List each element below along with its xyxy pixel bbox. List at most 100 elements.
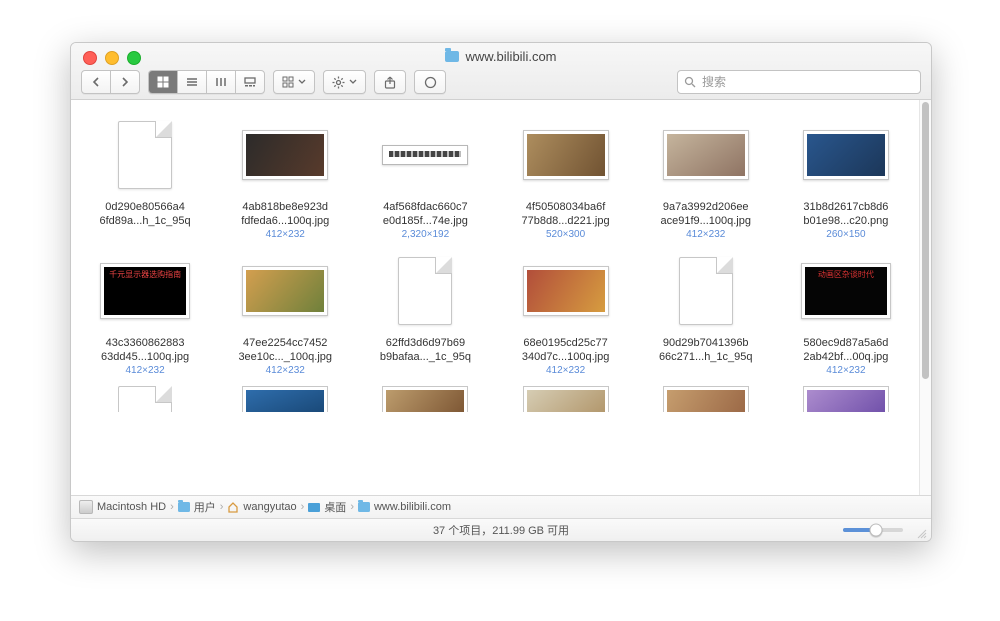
file-name: 31b8d2617cb8d6b01e98...c20.png — [803, 200, 888, 228]
file-dimensions: 412×232 — [266, 229, 305, 240]
path-label: wangyutao — [243, 501, 296, 513]
image-thumbnail — [523, 130, 609, 180]
file-item[interactable]: 动画区杂谈时代580ec9d87a5a6d2ab42bf...00q.jpg41… — [776, 244, 916, 380]
desktop-icon — [308, 503, 320, 512]
path-item[interactable]: 桌面 — [308, 499, 346, 515]
file-item[interactable]: 4ab818be8e923dfdfeda6...100q.jpg412×232 — [215, 108, 355, 244]
file-dimensions: 412×232 — [826, 365, 865, 376]
file-item[interactable] — [776, 380, 916, 416]
file-item[interactable]: 31b8d2617cb8d6b01e98...c20.png260×150 — [776, 108, 916, 244]
file-item[interactable]: 0d290e80566a46fd89a...h_1c_95q — [75, 108, 215, 244]
file-name: 4af568fdac660c7e0d185f...74e.jpg — [383, 200, 468, 228]
path-separator: › — [170, 501, 174, 513]
window-title: www.bilibili.com — [71, 49, 931, 64]
finder-window: www.bilibili.com — [70, 42, 932, 542]
file-name: 9a7a3992d206eeace91f9...100q.jpg — [660, 200, 751, 228]
file-dimensions: 412×232 — [686, 229, 725, 240]
icon-size-slider[interactable] — [843, 528, 903, 532]
file-item[interactable] — [215, 380, 355, 416]
image-thumbnail — [803, 386, 889, 412]
back-button[interactable] — [82, 71, 111, 93]
file-dimensions: 412×232 — [125, 365, 164, 376]
forward-button[interactable] — [111, 71, 139, 93]
file-name: 580ec9d87a5a6d2ab42bf...00q.jpg — [803, 336, 888, 364]
tag-icon — [424, 76, 437, 89]
file-name: 4ab818be8e923dfdfeda6...100q.jpg — [241, 200, 329, 228]
scrollbar-thumb[interactable] — [922, 102, 929, 379]
file-item[interactable] — [75, 380, 215, 416]
search-input[interactable] — [700, 74, 914, 90]
arrange-icon — [282, 76, 294, 88]
path-label: 用户 — [194, 499, 216, 515]
file-item[interactable]: 90d29b7041396b66c271...h_1c_95q — [636, 244, 776, 380]
tags-button[interactable] — [414, 70, 446, 94]
generic-file-icon — [118, 386, 172, 412]
share-button[interactable] — [374, 70, 406, 94]
disk-icon — [79, 500, 93, 514]
file-name: 68e0195cd25c77340d7c...100q.jpg — [522, 336, 609, 364]
path-item[interactable]: wangyutao — [227, 501, 296, 513]
file-name: 62ffd3d6d97b69b9bafaa..._1c_95q — [380, 336, 471, 364]
image-thumbnail — [523, 386, 609, 412]
image-thumbnail — [663, 386, 749, 412]
folder-icon — [178, 502, 190, 512]
file-item[interactable] — [496, 380, 636, 416]
path-label: Macintosh HD — [97, 501, 166, 513]
path-label: 桌面 — [324, 499, 346, 515]
image-thumbnail — [523, 266, 609, 316]
file-item[interactable] — [355, 380, 495, 416]
path-separator: › — [301, 501, 305, 513]
path-separator: › — [220, 501, 224, 513]
file-item[interactable]: 千元显示器选购指南 43c336086288363dd45...100q.jpg4… — [75, 244, 215, 380]
path-label: www.bilibili.com — [374, 501, 451, 513]
path-bar: Macintosh HD›用户›wangyutao›桌面›www.bilibil… — [71, 495, 931, 518]
file-item[interactable] — [636, 380, 776, 416]
file-dimensions: 260×150 — [826, 229, 865, 240]
vertical-scrollbar[interactable] — [919, 100, 931, 495]
chevron-down-icon — [349, 79, 357, 85]
folder-icon — [445, 51, 459, 62]
arrange-menu[interactable] — [273, 70, 315, 94]
content-area: 0d290e80566a46fd89a...h_1c_95q 4ab818be8e… — [71, 100, 931, 495]
list-view[interactable] — [178, 71, 207, 93]
column-view[interactable] — [207, 71, 236, 93]
file-item[interactable]: 68e0195cd25c77340d7c...100q.jpg412×232 — [496, 244, 636, 380]
image-thumbnail — [803, 130, 889, 180]
image-thumbnail — [663, 130, 749, 180]
path-item[interactable]: www.bilibili.com — [358, 501, 451, 513]
chevron-down-icon — [298, 79, 306, 85]
file-name: 0d290e80566a46fd89a...h_1c_95q — [100, 200, 191, 228]
image-thumbnail: 千元显示器选购指南 — [100, 263, 190, 319]
image-thumbnail — [242, 266, 328, 316]
toolbar — [81, 70, 921, 94]
share-icon — [384, 76, 396, 89]
home-icon — [227, 501, 239, 513]
resize-handle[interactable] — [915, 527, 927, 539]
file-item[interactable]: 9a7a3992d206eeace91f9...100q.jpg412×232 — [636, 108, 776, 244]
file-name: 47ee2254cc74523ee10c..._100q.jpg — [238, 336, 332, 364]
file-item[interactable]: 4af568fdac660c7e0d185f...74e.jpg2,320×19… — [355, 108, 495, 244]
path-item[interactable]: Macintosh HD — [79, 500, 166, 514]
file-name: 43c336086288363dd45...100q.jpg — [101, 336, 189, 364]
nav-buttons — [81, 70, 140, 94]
image-thumbnail — [242, 386, 328, 412]
file-item[interactable]: 47ee2254cc74523ee10c..._100q.jpg412×232 — [215, 244, 355, 380]
file-item[interactable]: 62ffd3d6d97b69b9bafaa..._1c_95q — [355, 244, 495, 380]
image-thumbnail — [382, 386, 468, 412]
file-item[interactable]: 4f50508034ba6f77b8d8...d221.jpg520×300 — [496, 108, 636, 244]
file-dimensions: 412×232 — [266, 365, 305, 376]
gallery-view[interactable] — [236, 71, 264, 93]
generic-file-icon — [118, 121, 172, 189]
search-icon — [684, 76, 696, 88]
search-field[interactable] — [677, 70, 921, 94]
gear-icon — [332, 76, 345, 89]
generic-file-icon — [679, 257, 733, 325]
path-item[interactable]: 用户 — [178, 499, 216, 515]
image-thumbnail — [382, 145, 468, 165]
icon-view[interactable] — [149, 71, 178, 93]
action-menu[interactable] — [323, 70, 366, 94]
image-thumbnail — [242, 130, 328, 180]
file-dimensions: 520×300 — [546, 229, 585, 240]
generic-file-icon — [398, 257, 452, 325]
file-dimensions: 412×232 — [546, 365, 585, 376]
